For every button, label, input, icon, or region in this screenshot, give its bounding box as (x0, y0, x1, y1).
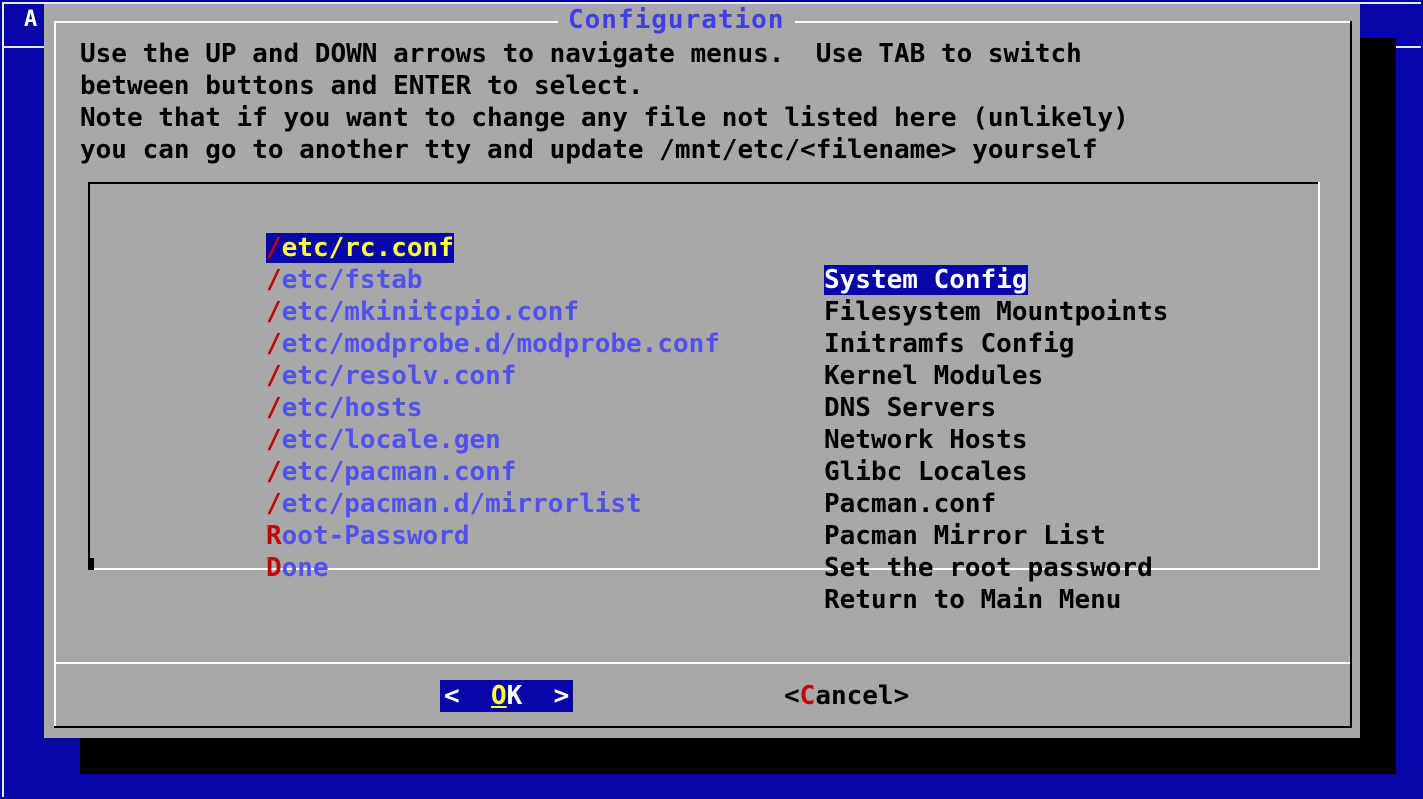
instructions-line: you can go to another tty and update /mn… (80, 135, 1098, 165)
dialog-border-left (54, 21, 56, 728)
screen-border-left (2, 2, 4, 797)
menu-list: /etc/rc.conf System Config /etc/fstab Fi… (88, 182, 1320, 615)
cancel-button-left-bracket: < (784, 681, 800, 711)
menu-item-pacman-conf[interactable]: /etc/pacman.conf Pacman.conf (88, 424, 1318, 519)
cancel-button-hotkey: C (799, 681, 816, 711)
instructions-line: between buttons and ENTER to select. (80, 71, 644, 101)
backtitle-glyph: A (24, 7, 38, 32)
menu-item-resolv[interactable]: /etc/resolv.conf DNS Servers (88, 328, 1318, 423)
backtitle-line-left (4, 46, 44, 48)
configuration-dialog: Configuration Use the UP and DOWN arrows… (44, 4, 1360, 738)
button-separator (56, 662, 1350, 664)
menu-item-hotkey: D (266, 553, 282, 583)
instructions-line: Use the UP and DOWN arrows to navigate m… (80, 39, 1082, 69)
menu-border-top (88, 182, 1320, 184)
dialog-title: Configuration (558, 4, 795, 36)
menu-item-hosts[interactable]: /etc/hosts Network Hosts (88, 360, 1318, 455)
cancel-button[interactable]: <Cancel> (784, 680, 909, 712)
dialog-shadow-right (1360, 38, 1396, 774)
dialog-border-bottom (54, 726, 1352, 728)
menu-item-root-password[interactable]: Root-Password Set the root password (88, 488, 1318, 583)
ok-button[interactable]: < OK > (440, 680, 574, 712)
ok-button-hotkey: O (490, 681, 507, 711)
menu-item-locale-gen[interactable]: /etc/locale.gen Glibc Locales (88, 392, 1318, 487)
menu-item-label: Return to Main Menu (824, 585, 1122, 615)
menu-item-mirrorlist[interactable]: /etc/pacman.d/mirrorlist Pacman Mirror L… (88, 456, 1318, 551)
dialog-border-right (1350, 21, 1352, 728)
menu-item-rc-conf[interactable]: /etc/rc.conf System Config (88, 200, 1318, 295)
ok-button-label: K (506, 681, 523, 711)
menu-item-mkinitcpio[interactable]: /etc/mkinitcpio.conf Initramfs Config (88, 264, 1318, 359)
dialog-shadow-bottom (80, 738, 1396, 774)
backtitle-line-right (1396, 46, 1421, 48)
instructions-text: Use the UP and DOWN arrows to navigate m… (80, 38, 1129, 166)
cancel-button-label: ancel (815, 681, 894, 711)
menu-item-fstab[interactable]: /etc/fstab Filesystem Mountpoints (88, 232, 1318, 327)
ok-button-left-bracket: < (444, 681, 491, 711)
cancel-button-right-bracket: > (893, 681, 910, 711)
menu-item-label: Set the root password (824, 553, 1153, 583)
ok-button-right-bracket: > (522, 681, 570, 711)
menu-item-modprobe[interactable]: /etc/modprobe.d/modprobe.conf Kernel Mod… (88, 296, 1318, 391)
menu-border-right (1318, 182, 1320, 570)
menu-item-tag: one (281, 553, 329, 583)
menu-item-done[interactable]: Done Return to Main Menu (88, 520, 1318, 615)
instructions-line: Note that if you want to change any file… (80, 103, 1129, 133)
